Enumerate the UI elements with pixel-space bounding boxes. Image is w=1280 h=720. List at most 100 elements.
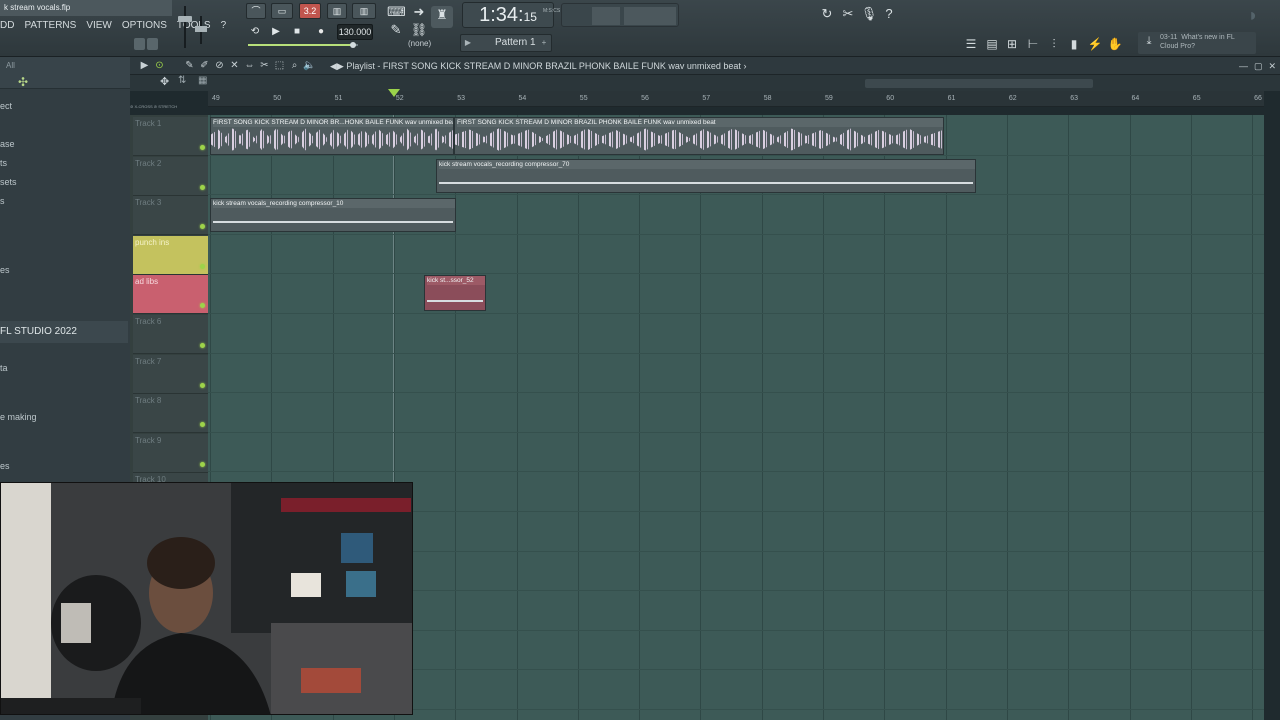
display-mode-button[interactable]: 3.2 <box>299 3 321 19</box>
pattern-selector[interactable]: ▶ Pattern 1 + <box>460 34 552 52</box>
maximize-icon[interactable]: ▢ <box>1254 57 1263 75</box>
browser-filter[interactable]: All <box>6 61 15 70</box>
master-volume-slider[interactable] <box>178 6 192 48</box>
track-header[interactable]: Track 6 <box>133 315 208 354</box>
blank-icon[interactable] <box>168 58 181 73</box>
track-active-led[interactable] <box>200 224 205 230</box>
draw-pencil-icon[interactable]: ✎ <box>183 58 196 73</box>
browser-item[interactable]: ta <box>0 363 8 373</box>
menu-item[interactable]: ? <box>221 17 227 35</box>
touch-controller-icon[interactable]: ✋ <box>1106 35 1124 53</box>
slip-tool-icon[interactable]: ⇔ <box>243 58 256 73</box>
browser-item[interactable]: s <box>0 196 5 206</box>
playback-tool-icon[interactable]: 🔈 <box>303 58 316 73</box>
sort-arrows-icon[interactable]: ⇅ <box>178 75 186 86</box>
menu-item[interactable]: PATTERNS <box>24 17 76 35</box>
pin-icon[interactable] <box>134 38 145 50</box>
pattern-prev-arrow[interactable]: ▶ <box>463 35 473 51</box>
menu-item[interactable]: VIEW <box>86 17 112 35</box>
zoom-tool-icon[interactable]: ⌕ <box>288 58 301 73</box>
channel-rack-icon[interactable]: ▤ <box>983 35 1001 53</box>
piano-roll-icon[interactable]: ⊞ <box>1003 35 1021 53</box>
slice-tool-icon[interactable]: ✂ <box>258 58 271 73</box>
select-tool-icon[interactable]: ⬚ <box>273 58 286 73</box>
track-header[interactable]: Track 2 <box>133 156 208 196</box>
tempo-display[interactable]: 130.000 <box>337 24 373 40</box>
paint-brush-icon[interactable]: ✐ <box>198 58 211 73</box>
browser-item[interactable]: es <box>0 265 10 275</box>
browser-item[interactable]: ase <box>0 139 15 149</box>
browser-item[interactable]: ts <box>0 158 7 168</box>
monitor-icon[interactable] <box>147 38 158 50</box>
menu-item[interactable]: OPTIONS <box>122 17 167 35</box>
browser-icon[interactable]: ⊢ <box>1024 35 1042 53</box>
time-display[interactable]: 1:34:15 <box>462 2 554 28</box>
record-button[interactable]: ● <box>312 24 330 40</box>
track-active-led[interactable] <box>200 263 205 269</box>
snap-selector[interactable]: (none) <box>408 39 431 48</box>
news-panel[interactable]: ⤓ 03-11 What's new in FL Cloud Pro? <box>1138 32 1256 54</box>
audio-clip[interactable]: FIRST SONG KICK STREAM D MINOR BRAZIL PH… <box>454 117 944 155</box>
metronome-icon-2[interactable]: ♜ <box>431 6 453 28</box>
move-arrows-icon[interactable]: ✥ <box>160 75 169 88</box>
record-mode-button[interactable]: ▭ <box>271 3 293 19</box>
minimize-icon[interactable]: — <box>1239 57 1248 75</box>
microphone-icon[interactable]: 🎙 <box>860 5 878 23</box>
playhead-marker[interactable] <box>388 89 400 97</box>
track-active-led[interactable] <box>200 184 205 190</box>
step-edit-button[interactable]: ▥ <box>327 3 347 19</box>
cut-icon[interactable]: ✂ <box>839 5 857 23</box>
track-active-led[interactable] <box>200 461 205 467</box>
plugin-icon[interactable]: ⚡ <box>1086 35 1104 53</box>
typing-keyboard-icon[interactable]: ⌨ <box>387 3 406 21</box>
magnet-icon[interactable]: ⊙ <box>153 58 166 73</box>
step-arrow-icon[interactable]: ➜ <box>410 3 428 21</box>
horizontal-scrollbar[interactable] <box>865 79 1093 88</box>
timeline-ruler[interactable]: 49 50 51 52 53 54 55 56 57 58 59 60 61 62 63 64 65 66 <box>208 91 1264 107</box>
metronome-icon[interactable]: ⌒ <box>246 3 266 19</box>
blend-notes-button[interactable]: ▥ <box>352 3 376 19</box>
track-active-led[interactable] <box>200 343 205 348</box>
stop-button[interactable]: ■ <box>288 24 306 40</box>
pencil-icon[interactable]: ✎ <box>387 21 405 39</box>
audio-clip[interactable]: FIRST SONG KICK STREAM D MINOR BR...HONK… <box>210 117 454 155</box>
mixer-icon[interactable]: ⫶ <box>1045 35 1063 53</box>
mute-tool-icon[interactable]: ✕ <box>228 58 241 73</box>
track-header[interactable]: punch ins <box>133 235 208 275</box>
menu-item[interactable]: DD <box>0 17 14 35</box>
track-header[interactable]: Track 7 <box>133 354 208 394</box>
play-button[interactable]: ▶ <box>267 24 285 40</box>
undo-icon[interactable]: ↻ <box>818 5 836 23</box>
browser-item[interactable]: e making <box>0 412 37 422</box>
audio-clip[interactable]: kick stream vocals_recording compressor_… <box>436 158 976 193</box>
master-pitch-slider[interactable] <box>195 16 207 44</box>
browser-add-icon[interactable]: ✣ <box>18 75 28 89</box>
playlist-menu-arrow-icon[interactable]: ▶ <box>138 58 151 73</box>
playlist-icon[interactable]: ☰ <box>962 35 980 53</box>
stretch-options[interactable]: ⊘ X-CROSS ⊘ STRETCH <box>130 104 208 114</box>
track-active-led[interactable] <box>200 145 205 150</box>
loop-icon[interactable]: ⟲ <box>246 24 264 40</box>
project-picker-icon[interactable]: ▮ <box>1065 35 1083 53</box>
track-header[interactable]: Track 8 <box>133 394 208 434</box>
help-icon[interactable]: ? <box>880 5 898 23</box>
close-icon[interactable]: ✕ <box>1268 57 1276 75</box>
grid-icon[interactable]: ▦ <box>198 75 207 86</box>
pattern-add-icon[interactable]: + <box>539 35 549 51</box>
track-active-led[interactable] <box>200 303 205 309</box>
browser-item[interactable]: es <box>0 461 10 471</box>
song-position-slider[interactable] <box>248 42 358 48</box>
audio-clip[interactable]: kick st...ssor_52 <box>424 275 486 312</box>
browser-item[interactable]: sets <box>0 177 17 187</box>
track-active-led[interactable] <box>200 422 205 428</box>
track-header[interactable]: Track 3 <box>133 196 208 236</box>
track-header[interactable]: Track 1 <box>133 117 208 156</box>
browser-item[interactable]: ect <box>0 101 12 111</box>
browser-fl-studio-folder[interactable]: FL STUDIO 2022 <box>0 321 128 343</box>
track-header[interactable]: ad libs <box>133 275 208 315</box>
link-icon[interactable]: ⛓ <box>410 21 428 39</box>
track-active-led[interactable] <box>200 382 205 388</box>
track-header[interactable]: Track 9 <box>133 433 208 473</box>
audio-clip[interactable]: kick stream vocals_recording compressor_… <box>210 198 456 233</box>
delete-tool-icon[interactable]: ⊘ <box>213 58 226 73</box>
